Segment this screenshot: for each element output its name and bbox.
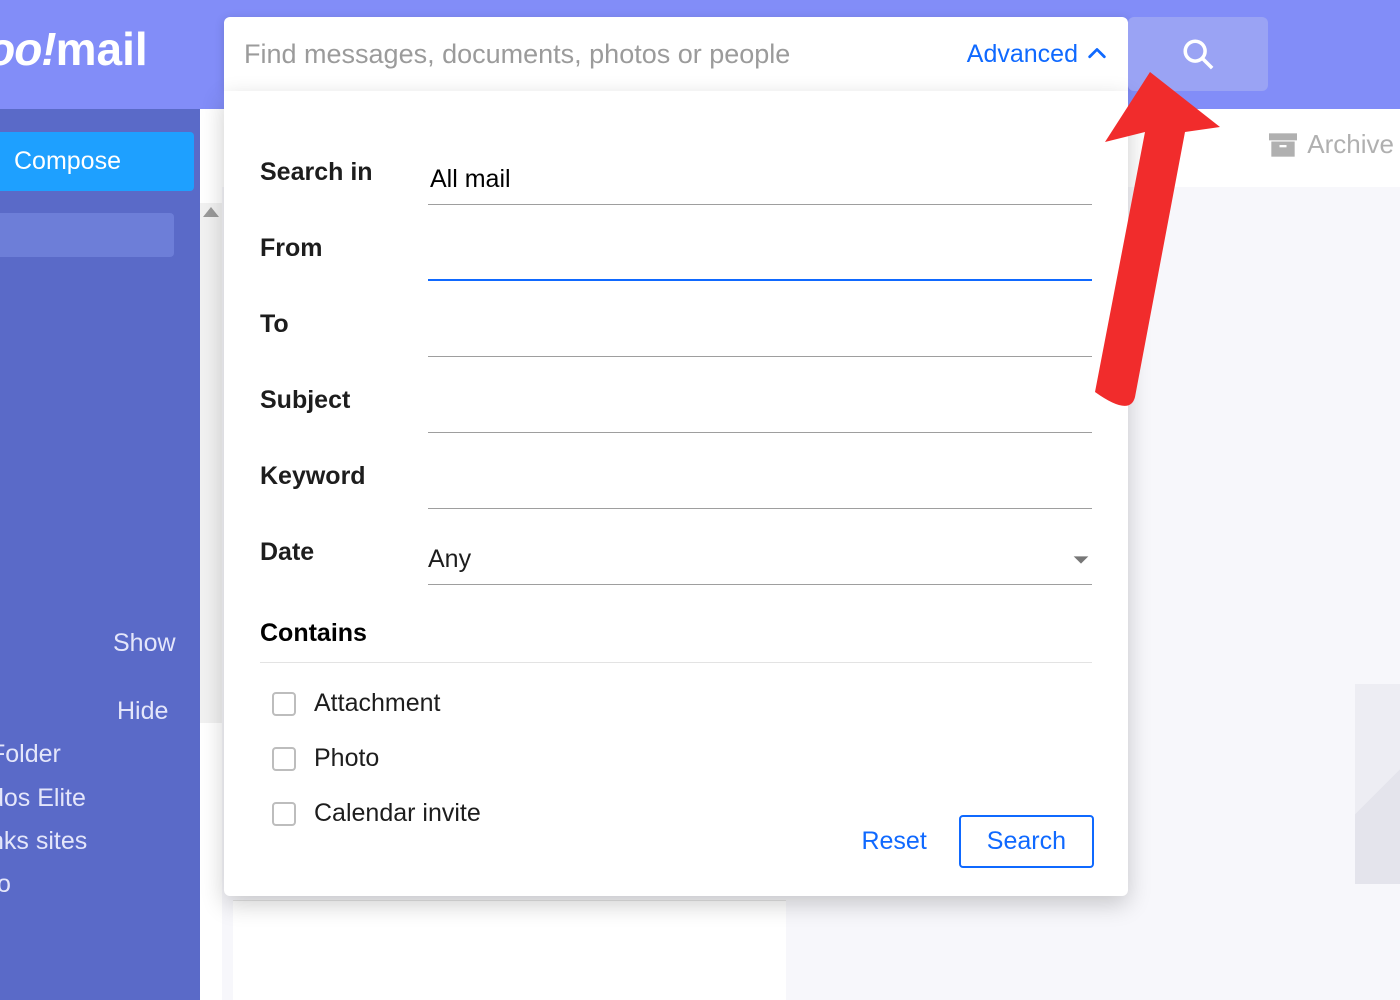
mail-list [233, 900, 786, 1000]
brand-part2: mail [56, 23, 148, 75]
advanced-search-toggle[interactable]: Advanced [967, 40, 1108, 69]
field-from: From [260, 205, 1092, 281]
compose-label: Compose [14, 147, 121, 176]
input-from[interactable] [428, 234, 1092, 281]
checkbox-label: Calendar invite [314, 799, 481, 828]
checkbox-attachment[interactable]: Attachment [272, 689, 1092, 718]
checkbox-photo[interactable]: Photo [272, 744, 1092, 773]
field-keyword: Keyword [260, 433, 1092, 509]
chevron-up-icon [1086, 43, 1108, 65]
sidebar-folder-item[interactable]: Folder [0, 740, 61, 769]
sidebar-show-link[interactable]: Show [113, 629, 176, 658]
search-submit-button[interactable]: Search [959, 815, 1094, 868]
checkbox-label: Attachment [314, 689, 440, 718]
archive-button[interactable]: Archive [1269, 129, 1394, 160]
search-button[interactable] [1128, 17, 1268, 91]
sidebar-selected-folder[interactable] [0, 213, 174, 257]
label-search-in: Search in [260, 158, 428, 205]
brand-logo: hoo!mail [0, 22, 148, 76]
panel-actions: Reset Search [861, 815, 1094, 868]
label-contains: Contains [260, 619, 1092, 648]
sidebar-folder-item[interactable]: dos Elite [0, 784, 86, 813]
sidebar-scrollbar[interactable] [200, 203, 222, 723]
label-from: From [260, 234, 428, 281]
search-icon [1181, 37, 1215, 71]
archive-label: Archive [1307, 129, 1394, 160]
search-input[interactable] [244, 39, 967, 70]
input-to[interactable] [428, 311, 1092, 357]
sidebar-folder-item[interactable]: nks sites [0, 827, 87, 856]
input-search-in[interactable] [428, 159, 1092, 205]
input-subject[interactable] [428, 387, 1092, 433]
search-bar[interactable]: Advanced [224, 17, 1128, 91]
sidebar-hide-link[interactable]: Hide [117, 697, 168, 726]
checkbox-box [272, 692, 296, 716]
archive-icon [1269, 133, 1297, 157]
label-keyword: Keyword [260, 462, 428, 509]
brand-part1: hoo! [0, 23, 56, 75]
field-subject: Subject [260, 357, 1092, 433]
label-to: To [260, 310, 428, 357]
date-value: Any [428, 545, 471, 574]
advanced-label: Advanced [967, 40, 1078, 69]
advanced-search-panel: Search in From To Subject Keyword Date A… [224, 91, 1128, 896]
reset-button[interactable]: Reset [861, 827, 926, 856]
field-search-in: Search in [260, 129, 1092, 205]
compose-button[interactable]: Compose [0, 132, 194, 191]
date-select[interactable]: Any [428, 545, 1092, 585]
empty-state-envelope-icon [1355, 684, 1400, 884]
checkbox-label: Photo [314, 744, 379, 773]
label-subject: Subject [260, 386, 428, 433]
field-to: To [260, 281, 1092, 357]
input-keyword[interactable] [428, 463, 1092, 509]
checkbox-box [272, 802, 296, 826]
field-date: Date Any [260, 509, 1092, 585]
caret-down-icon [1070, 549, 1092, 571]
label-date: Date [260, 538, 428, 585]
contains-divider [260, 662, 1092, 663]
checkbox-box [272, 747, 296, 771]
sidebar-folder-item[interactable]: to [0, 870, 11, 899]
